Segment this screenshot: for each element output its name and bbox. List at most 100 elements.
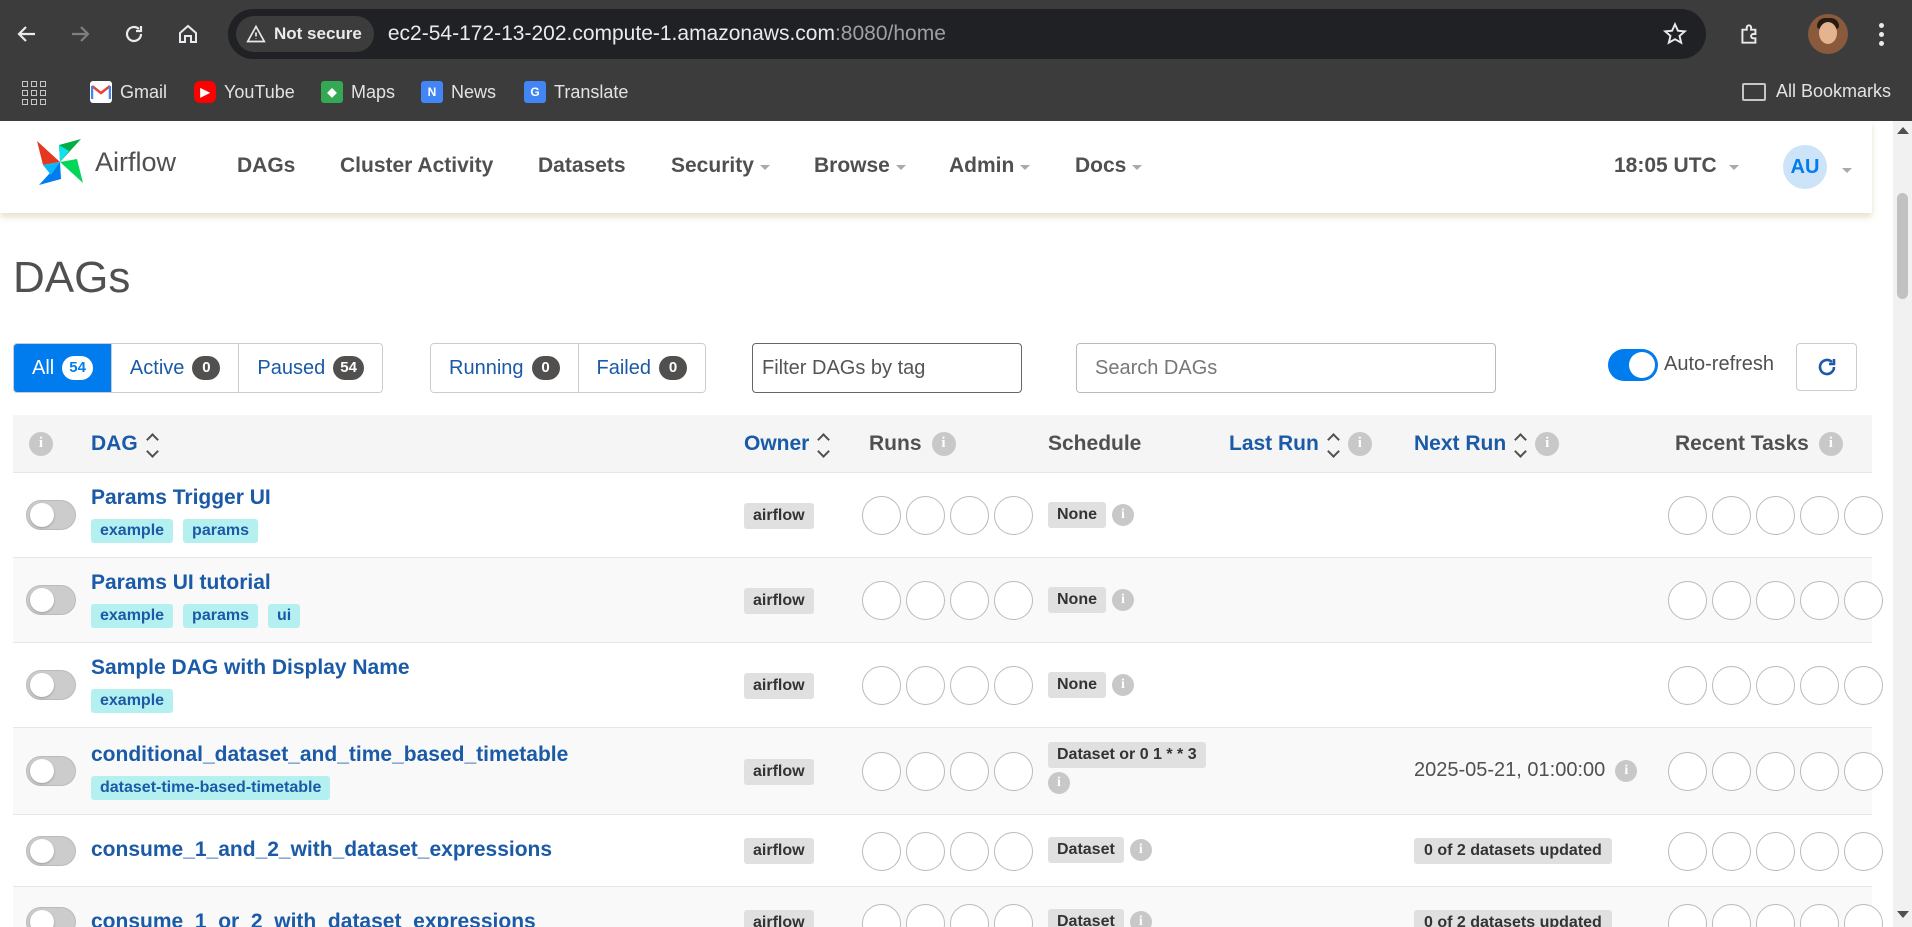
- run-status-circle[interactable]: [906, 496, 945, 535]
- task-status-circle[interactable]: [1756, 752, 1795, 791]
- task-status-circle[interactable]: [1800, 832, 1839, 871]
- task-status-circle[interactable]: [1668, 832, 1707, 871]
- header-owner[interactable]: Owner: [744, 415, 831, 472]
- datasets-updated-badge[interactable]: 0 of 2 datasets updated: [1414, 910, 1612, 927]
- task-status-circle[interactable]: [1800, 752, 1839, 791]
- info-icon[interactable]: i: [931, 431, 956, 456]
- run-status-circle[interactable]: [950, 752, 989, 791]
- dag-link[interactable]: consume_1_and_2_with_dataset_expressions: [91, 838, 552, 862]
- dag-pause-toggle[interactable]: [26, 585, 76, 615]
- run-status-circle[interactable]: [950, 904, 989, 927]
- dag-pause-toggle[interactable]: [26, 907, 76, 927]
- reload-button[interactable]: [114, 14, 154, 54]
- scroll-up-icon[interactable]: [1897, 127, 1909, 134]
- header-dag[interactable]: DAG: [91, 415, 159, 472]
- filter-paused-button[interactable]: Paused 54: [239, 344, 382, 392]
- nav-cluster-activity[interactable]: Cluster Activity: [340, 154, 493, 178]
- owner-badge[interactable]: airflow: [744, 503, 814, 529]
- task-status-circle[interactable]: [1756, 904, 1795, 927]
- info-icon[interactable]: i: [1112, 589, 1134, 611]
- browser-menu-button[interactable]: [1866, 14, 1896, 54]
- back-button[interactable]: [7, 14, 47, 54]
- run-status-circle[interactable]: [906, 904, 945, 927]
- task-status-circle[interactable]: [1800, 666, 1839, 705]
- task-status-circle[interactable]: [1712, 904, 1751, 927]
- nav-browse[interactable]: Browse: [814, 154, 906, 178]
- search-dags-input[interactable]: Search DAGs: [1076, 343, 1496, 393]
- refresh-button[interactable]: [1796, 343, 1857, 391]
- task-status-circle[interactable]: [1668, 666, 1707, 705]
- profile-avatar[interactable]: [1808, 14, 1848, 54]
- timezone-clock[interactable]: 18:05 UTC: [1614, 154, 1739, 178]
- run-status-circle[interactable]: [950, 832, 989, 871]
- dag-tag[interactable]: example: [91, 689, 174, 713]
- dag-link[interactable]: conditional_dataset_and_time_based_timet…: [91, 743, 568, 767]
- dag-tag[interactable]: params: [183, 519, 258, 543]
- info-icon[interactable]: i: [1112, 674, 1134, 696]
- run-status-circle[interactable]: [862, 832, 901, 871]
- task-status-circle[interactable]: [1800, 904, 1839, 927]
- info-icon[interactable]: i: [1112, 504, 1134, 526]
- scroll-down-icon[interactable]: [1897, 911, 1909, 918]
- run-status-circle[interactable]: [906, 581, 945, 620]
- header-next-run[interactable]: Next Run i: [1414, 415, 1560, 472]
- nav-datasets[interactable]: Datasets: [538, 154, 626, 178]
- header-last-run[interactable]: Last Run i: [1229, 415, 1372, 472]
- bookmark-translate[interactable]: G Translate: [524, 81, 628, 103]
- run-status-circle[interactable]: [862, 904, 901, 927]
- bookmark-news[interactable]: N News: [421, 81, 496, 103]
- task-status-circle[interactable]: [1712, 752, 1751, 791]
- owner-badge[interactable]: airflow: [744, 673, 814, 699]
- run-status-circle[interactable]: [994, 496, 1033, 535]
- bookmark-youtube[interactable]: ▶ YouTube: [194, 81, 295, 103]
- filter-all-button[interactable]: All 54: [14, 344, 112, 392]
- task-status-circle[interactable]: [1844, 496, 1883, 535]
- run-status-circle[interactable]: [994, 752, 1033, 791]
- task-status-circle[interactable]: [1668, 496, 1707, 535]
- nav-docs[interactable]: Docs: [1075, 154, 1143, 178]
- task-status-circle[interactable]: [1800, 581, 1839, 620]
- task-status-circle[interactable]: [1844, 581, 1883, 620]
- info-icon[interactable]: i: [29, 431, 53, 456]
- nav-admin[interactable]: Admin: [949, 154, 1031, 178]
- info-icon[interactable]: i: [1347, 431, 1372, 456]
- task-status-circle[interactable]: [1712, 581, 1751, 620]
- run-status-circle[interactable]: [862, 581, 901, 620]
- info-icon[interactable]: i: [1535, 431, 1560, 456]
- dag-link[interactable]: consume_1_or_2_with_dataset_expressions: [91, 910, 536, 927]
- task-status-circle[interactable]: [1668, 581, 1707, 620]
- filter-running-button[interactable]: Running 0: [431, 344, 579, 392]
- run-status-circle[interactable]: [862, 752, 901, 791]
- task-status-circle[interactable]: [1756, 666, 1795, 705]
- task-status-circle[interactable]: [1668, 904, 1707, 927]
- task-status-circle[interactable]: [1844, 752, 1883, 791]
- nav-security[interactable]: Security: [671, 154, 770, 178]
- extensions-button[interactable]: [1730, 14, 1770, 54]
- info-icon[interactable]: i: [1129, 911, 1152, 927]
- task-status-circle[interactable]: [1712, 496, 1751, 535]
- owner-badge[interactable]: airflow: [744, 759, 814, 785]
- task-status-circle[interactable]: [1712, 666, 1751, 705]
- page-scrollbar[interactable]: [1893, 121, 1912, 927]
- task-status-circle[interactable]: [1844, 666, 1883, 705]
- bookmark-star-icon[interactable]: [1662, 21, 1688, 47]
- task-status-circle[interactable]: [1756, 496, 1795, 535]
- filter-active-button[interactable]: Active 0: [111, 344, 240, 392]
- airflow-logo[interactable]: Airflow: [33, 135, 176, 189]
- run-status-circle[interactable]: [950, 581, 989, 620]
- run-status-circle[interactable]: [994, 666, 1033, 705]
- dag-pause-toggle[interactable]: [26, 670, 76, 700]
- task-status-circle[interactable]: [1756, 832, 1795, 871]
- scrollbar-thumb[interactable]: [1897, 193, 1908, 299]
- info-icon[interactable]: i: [1615, 759, 1638, 782]
- forward-button[interactable]: [60, 14, 100, 54]
- datasets-updated-badge[interactable]: 0 of 2 datasets updated: [1414, 838, 1612, 864]
- dag-tag[interactable]: example: [91, 519, 174, 543]
- run-status-circle[interactable]: [862, 496, 901, 535]
- dag-pause-toggle[interactable]: [26, 500, 76, 530]
- owner-badge[interactable]: airflow: [744, 588, 814, 614]
- dag-tag[interactable]: dataset-time-based-timetable: [91, 776, 331, 800]
- task-status-circle[interactable]: [1756, 581, 1795, 620]
- run-status-circle[interactable]: [950, 496, 989, 535]
- run-status-circle[interactable]: [950, 666, 989, 705]
